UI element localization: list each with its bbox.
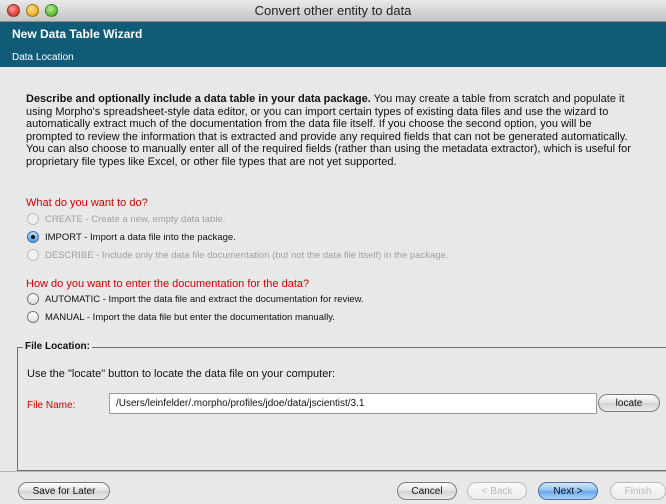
file-name-field[interactable] <box>109 393 597 414</box>
wizard-header: New Data Table Wizard Data Location <box>0 22 666 67</box>
locate-button[interactable]: locate <box>598 394 660 412</box>
description-body-2: You can also choose to manually enter al… <box>26 143 631 168</box>
question-documentation: How do you want to enter the documentati… <box>26 278 310 290</box>
button-bar-divider <box>0 471 666 472</box>
next-button[interactable]: Next > <box>538 482 598 500</box>
wizard-content: Describe and optionally include a data t… <box>0 67 666 471</box>
radio-button-describe <box>27 249 39 261</box>
zoom-window-icon[interactable] <box>45 4 58 17</box>
radio-button-create <box>27 213 39 225</box>
window-title: Convert other entity to data <box>254 3 412 18</box>
window-controls <box>7 4 58 17</box>
close-window-icon[interactable] <box>7 4 20 17</box>
cancel-button[interactable]: Cancel <box>397 482 457 500</box>
radio-manual[interactable]: MANUAL - Import the data file but enter … <box>27 311 335 323</box>
question-what-to-do: What do you want to do? <box>26 197 148 209</box>
radio-create-label: CREATE - Create a new, empty data table. <box>45 213 226 225</box>
wizard-title: New Data Table Wizard <box>12 27 143 41</box>
radio-describe-label: DESCRIBE - Include only the data file do… <box>45 249 449 261</box>
finish-button: Finish <box>610 482 666 500</box>
radio-button-manual[interactable] <box>27 311 39 323</box>
radio-button-automatic[interactable] <box>27 293 39 305</box>
back-button: < Back <box>467 482 527 500</box>
radio-manual-label: MANUAL - Import the data file but enter … <box>45 311 335 323</box>
description-lead: Describe and optionally include a data t… <box>26 93 371 105</box>
radio-automatic-label: AUTOMATIC - Import the data file and ext… <box>45 293 364 305</box>
wizard-step-subtitle: Data Location <box>12 52 74 63</box>
radio-automatic[interactable]: AUTOMATIC - Import the data file and ext… <box>27 293 364 305</box>
file-location-title: File Location: <box>23 341 92 352</box>
radio-button-import[interactable] <box>27 231 39 243</box>
window-titlebar: Convert other entity to data <box>0 0 666 22</box>
radio-import-label: IMPORT - Import a data file into the pac… <box>45 231 236 243</box>
save-for-later-button[interactable]: Save for Later <box>18 482 110 500</box>
file-location-group: File Location: Use the "locate" button t… <box>17 341 666 471</box>
description-text: Describe and optionally include a data t… <box>26 93 636 168</box>
wizard-button-bar: Save for Later Cancel < Back Next > Fini… <box>0 471 666 504</box>
file-name-label: File Name: <box>27 400 76 411</box>
minimize-window-icon[interactable] <box>26 4 39 17</box>
radio-import[interactable]: IMPORT - Import a data file into the pac… <box>27 231 236 243</box>
radio-create: CREATE - Create a new, empty data table. <box>27 213 225 225</box>
radio-describe: DESCRIBE - Include only the data file do… <box>27 249 448 261</box>
locate-hint-text: Use the "locate" button to locate the da… <box>27 368 336 380</box>
